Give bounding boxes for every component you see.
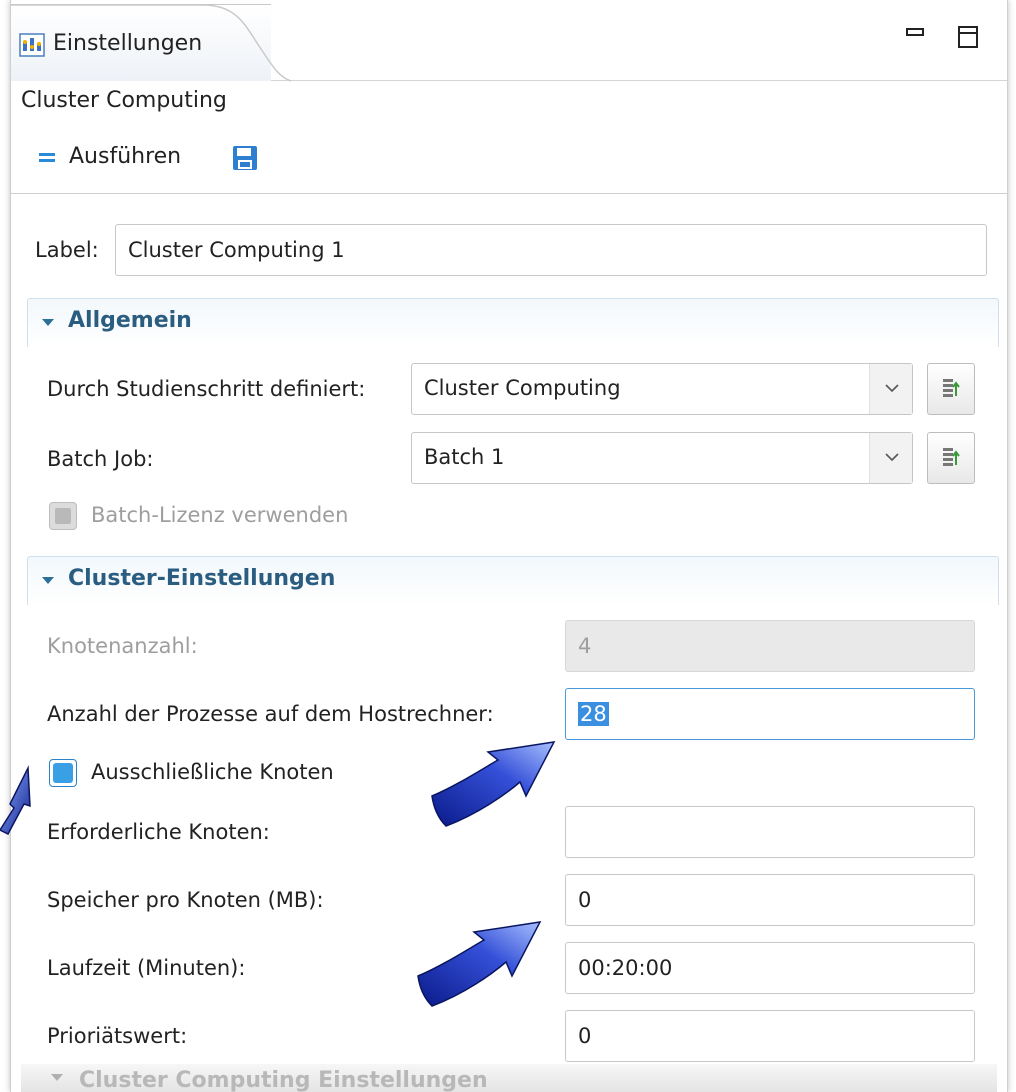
link-step-icon xyxy=(943,379,960,397)
run-label: Ausführen xyxy=(69,144,182,169)
processes-value: 28 xyxy=(578,702,609,726)
label-input[interactable]: Cluster Computing 1 xyxy=(115,224,987,276)
section-next-header[interactable]: Cluster Computing Einstellungen xyxy=(21,1064,997,1092)
exclusive-nodes-checkbox[interactable] xyxy=(49,759,77,787)
exclusive-nodes-label: Ausschließliche Knoten xyxy=(91,760,334,784)
batch-job-label: Batch Job: xyxy=(47,447,154,471)
batch-license-checkbox[interactable] xyxy=(49,502,77,530)
node-count-label: Knotenanzahl: xyxy=(47,634,198,658)
collapse-triangle-icon xyxy=(51,1074,63,1081)
collapse-triangle-icon xyxy=(42,319,54,326)
study-step-select[interactable]: Cluster Computing xyxy=(411,363,913,415)
batch-job-select[interactable]: Batch 1 xyxy=(411,432,913,484)
study-step-link-button[interactable] xyxy=(927,363,975,415)
priority-value: 0 xyxy=(578,1024,592,1048)
chevron-down-icon xyxy=(885,384,899,393)
required-nodes-label: Erforderliche Knoten: xyxy=(47,820,270,844)
study-step-dropdown[interactable] xyxy=(869,364,912,414)
memory-input[interactable]: 0 xyxy=(565,874,975,926)
processes-input[interactable]: 28 xyxy=(565,688,975,740)
batch-license-label: Batch-Lizenz verwenden xyxy=(91,503,349,527)
batch-job-link-button[interactable] xyxy=(927,432,975,484)
collapse-triangle-icon xyxy=(42,577,54,584)
tab-title: Einstellungen xyxy=(53,31,203,56)
save-button[interactable] xyxy=(231,144,259,172)
node-count-value: 4 xyxy=(578,634,592,658)
pointer-arrow-icon xyxy=(417,921,542,1007)
section-allgemein-header[interactable]: Allgemein xyxy=(27,298,999,347)
runtime-label: Laufzeit (Minuten): xyxy=(47,956,246,980)
batch-job-value: Batch 1 xyxy=(424,445,505,469)
runtime-value: 00:20:00 xyxy=(578,956,673,980)
runtime-input[interactable]: 00:20:00 xyxy=(565,942,975,994)
batch-job-dropdown[interactable] xyxy=(869,433,912,483)
link-step-icon xyxy=(943,448,960,466)
required-nodes-input[interactable] xyxy=(565,806,975,858)
priority-label: Prioriätswert: xyxy=(47,1024,188,1048)
label-input-value: Cluster Computing 1 xyxy=(128,238,345,262)
settings-panel-icon xyxy=(19,33,45,57)
section-allgemein-title: Allgemein xyxy=(68,308,192,333)
memory-label: Speicher pro Knoten (MB): xyxy=(47,888,324,912)
run-icon xyxy=(39,151,55,163)
run-button[interactable]: Ausführen xyxy=(39,144,181,169)
processes-label: Anzahl der Prozesse auf dem Hostrechner: xyxy=(47,702,494,726)
label-field-label: Label: xyxy=(35,238,99,262)
pointer-arrow-icon xyxy=(0,765,31,835)
section-next-title: Cluster Computing Einstellungen xyxy=(79,1068,488,1092)
view-title: Cluster Computing xyxy=(21,88,227,113)
section-cluster-header[interactable]: Cluster-Einstellungen xyxy=(27,556,999,605)
memory-value: 0 xyxy=(578,888,592,912)
priority-input[interactable]: 0 xyxy=(565,1010,975,1062)
pointer-arrow-icon xyxy=(431,741,556,827)
tab-strip: Einstellungen xyxy=(11,0,1007,82)
node-count-input[interactable]: 4 xyxy=(565,620,975,672)
maximize-icon[interactable] xyxy=(958,26,978,48)
chevron-down-icon xyxy=(885,453,899,462)
study-step-label: Durch Studienschritt definiert: xyxy=(47,377,366,401)
tab-einstellungen[interactable]: Einstellungen xyxy=(11,4,291,82)
save-icon xyxy=(233,146,257,170)
toolbar-separator xyxy=(11,193,1007,194)
toolbar: Ausführen xyxy=(21,130,997,188)
section-cluster-title: Cluster-Einstellungen xyxy=(68,566,336,591)
minimize-icon[interactable] xyxy=(906,28,924,36)
study-step-value: Cluster Computing xyxy=(424,376,621,400)
